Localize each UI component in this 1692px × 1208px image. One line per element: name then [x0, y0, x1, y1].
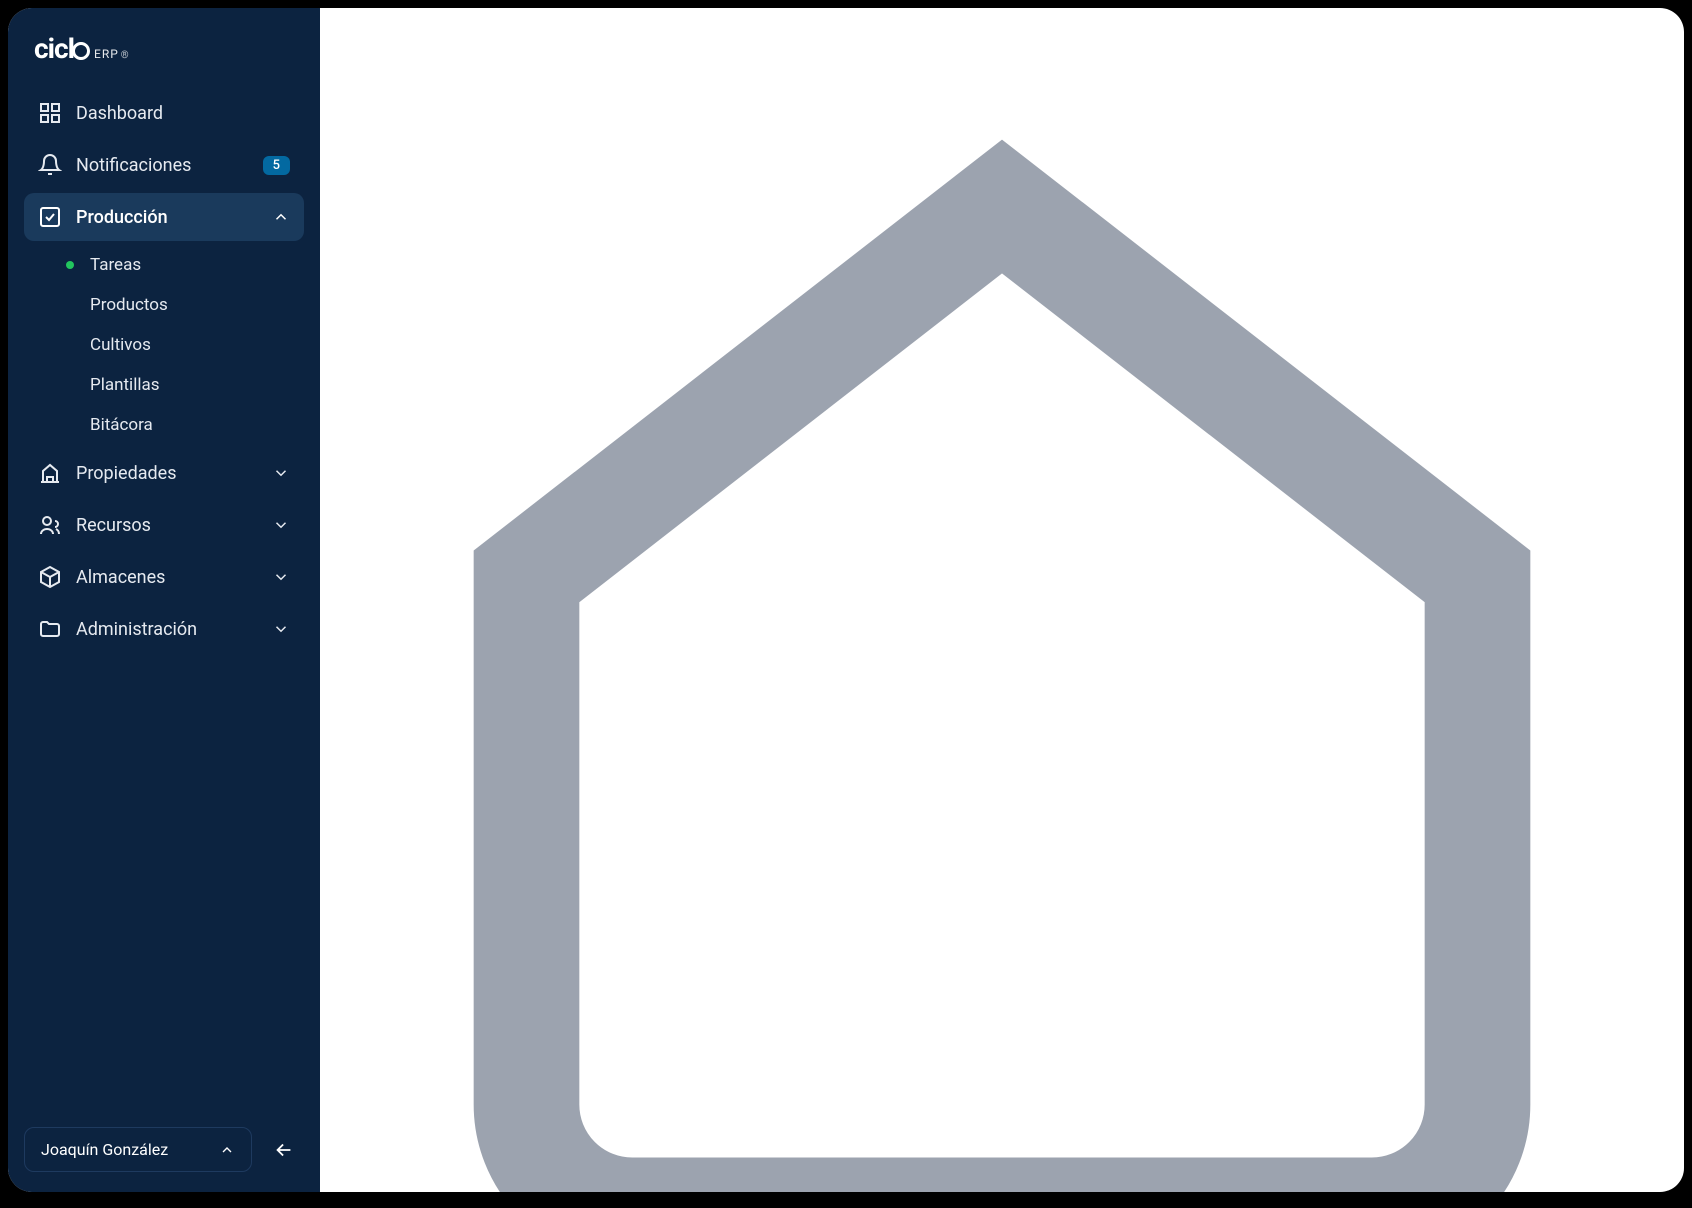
- nav-almacenes[interactable]: Almacenes: [24, 553, 304, 601]
- nav-cultivos-label: Cultivos: [90, 335, 151, 355]
- chevron-down-icon: [272, 516, 290, 534]
- nav-prod-label: Producción: [76, 207, 258, 228]
- nav-tareas[interactable]: Tareas: [52, 245, 304, 285]
- nav-rec-label: Recursos: [76, 515, 258, 536]
- breadcrumb[interactable]: [368, 48, 1636, 1192]
- notif-badge: 5: [263, 156, 290, 175]
- home-icon: [368, 48, 1636, 1192]
- active-dot: [66, 261, 74, 269]
- nav-cultivos[interactable]: Cultivos: [52, 325, 304, 365]
- logo-sub: ERP: [94, 47, 119, 61]
- users-icon: [38, 513, 62, 537]
- nav-bitacora-label: Bitácora: [90, 415, 153, 435]
- user-name: Joaquín González: [41, 1140, 168, 1159]
- chevron-down-icon: [272, 464, 290, 482]
- nav-productos[interactable]: Productos: [52, 285, 304, 325]
- nav-dashboard[interactable]: Dashboard: [24, 89, 304, 137]
- nav-admin-label: Administración: [76, 619, 258, 640]
- nav-produccion[interactable]: Producción: [24, 193, 304, 241]
- bell-icon: [38, 153, 62, 177]
- logo-text: cicl: [34, 32, 74, 65]
- nav-productos-label: Productos: [90, 295, 168, 315]
- nav-administracion[interactable]: Administración: [24, 605, 304, 653]
- collapse-sidebar-button[interactable]: [264, 1130, 304, 1170]
- nav-dashboard-label: Dashboard: [76, 103, 290, 124]
- nav-recursos[interactable]: Recursos: [24, 501, 304, 549]
- chevron-up-icon: [272, 208, 290, 226]
- nav-tareas-label: Tareas: [90, 255, 141, 275]
- chevron-up-icon: [219, 1142, 235, 1158]
- nav-prop-label: Propiedades: [76, 463, 258, 484]
- folder-icon: [38, 617, 62, 641]
- logo: cicl ERP ®: [24, 32, 304, 89]
- nav-notifications[interactable]: Notificaciones 5: [24, 141, 304, 189]
- building-icon: [38, 461, 62, 485]
- chevron-down-icon: [272, 620, 290, 638]
- user-menu[interactable]: Joaquín González: [24, 1127, 252, 1172]
- nav-plantillas[interactable]: Plantillas: [52, 365, 304, 405]
- nav-bitacora[interactable]: Bitácora: [52, 405, 304, 445]
- nav-notif-label: Notificaciones: [76, 155, 249, 176]
- nav-propiedades[interactable]: Propiedades: [24, 449, 304, 497]
- nav-alm-label: Almacenes: [76, 567, 258, 588]
- check-square-icon: [38, 205, 62, 229]
- chevron-down-icon: [272, 568, 290, 586]
- nav-plantillas-label: Plantillas: [90, 375, 159, 395]
- package-icon: [38, 565, 62, 589]
- grid-icon: [38, 101, 62, 125]
